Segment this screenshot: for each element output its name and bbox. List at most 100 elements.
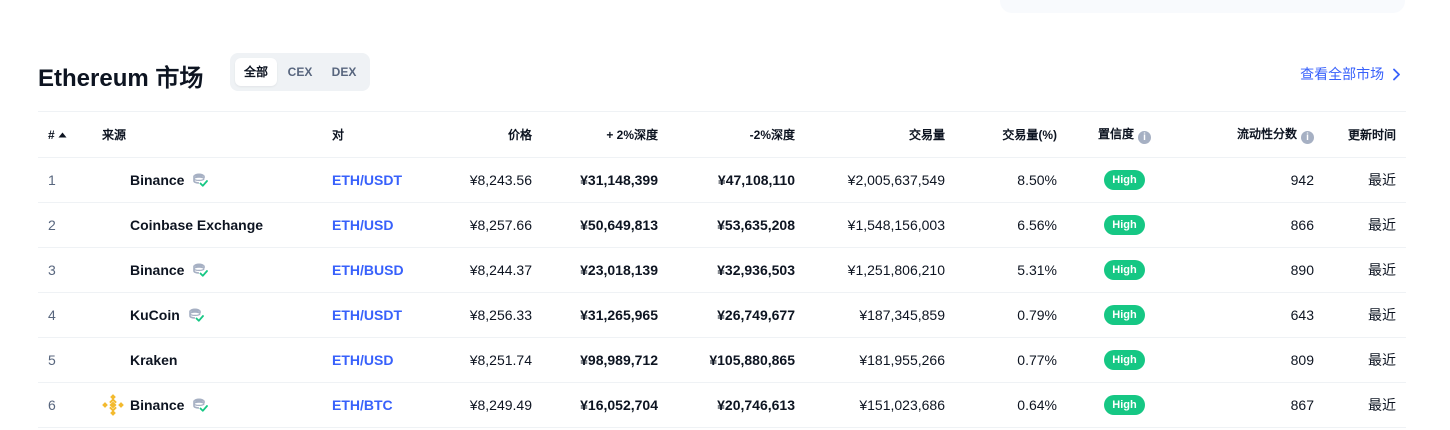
depth-plus-cell: ¥31,148,399 [542,157,668,203]
updated-cell: 最近 [1324,337,1406,383]
row-index: 5 [38,337,92,383]
liquidity-cell: 866 [1182,202,1324,248]
view-all-markets-link[interactable]: 查看全部市场 [1300,64,1401,84]
table-row[interactable]: 2 Coinbase Exchange ETH/USD ¥8,257.66 ¥50,64… [38,202,1406,248]
volume-pct-cell: 8.50% [955,157,1067,203]
source-cell[interactable]: Binance [92,157,322,203]
exchange-name[interactable]: Binance [130,397,184,413]
depth-minus-cell: ¥53,635,208 [668,202,805,248]
table-row[interactable]: 3 Binance ETH/BUSD ¥8,244.37 ¥23,018,139 ¥32,… [38,247,1406,293]
exchange-name[interactable]: Kraken [130,352,177,368]
confidence-badge: High [1104,170,1145,190]
info-icon[interactable]: i [1301,131,1314,144]
price-cell: ¥8,251.74 [422,337,542,383]
table-header-row: # 来源 对 价格 + 2%深度 -2%深度 交易量 交易量(%) 置信度 i 流… [38,111,1406,158]
trading-pair-link[interactable]: ETH/USDT [322,292,422,338]
depth-plus-cell: ¥23,018,139 [542,247,668,293]
trading-pair-link[interactable]: ETH/USDT [322,157,422,203]
row-index: 3 [38,247,92,293]
binance-logo-icon [102,394,124,416]
price-cell: ¥8,257.66 [422,202,542,248]
col-confidence[interactable]: 置信度 i [1067,111,1182,158]
source-cell[interactable]: KuCoin [92,292,322,338]
volume-cell: ¥187,345,859 [805,292,955,338]
col-depth-plus[interactable]: + 2%深度 [542,111,668,158]
depth-plus-cell: ¥50,649,813 [542,202,668,248]
depth-minus-cell: ¥32,936,503 [668,247,805,293]
trading-pair-link[interactable]: ETH/USD [322,202,422,248]
liquidity-cell: 643 [1182,292,1324,338]
exchange-name[interactable]: Binance [130,172,184,188]
confidence-badge: High [1104,395,1145,415]
confidence-cell: High [1067,202,1182,248]
trading-pair-link[interactable]: ETH/BTC [322,382,422,428]
source-cell[interactable]: Binance [92,247,322,293]
volume-cell: ¥2,005,637,549 [805,157,955,203]
source-cell[interactable]: Kraken [92,337,322,383]
depth-minus-cell: ¥26,749,677 [668,292,805,338]
price-cell: ¥8,244.37 [422,247,542,293]
exchange-logo-placeholder [102,304,124,326]
depth-minus-cell: ¥105,880,865 [668,337,805,383]
section-title: Ethereum 市场 [38,65,204,92]
row-index: 2 [38,202,92,248]
view-all-label: 查看全部市场 [1300,66,1385,82]
price-cell: ¥8,243.56 [422,157,542,203]
confidence-cell: High [1067,247,1182,293]
volume-pct-cell: 5.31% [955,247,1067,293]
confidence-badge: High [1104,350,1145,370]
col-volume-pct[interactable]: 交易量(%) [955,111,1067,158]
tab-all[interactable]: 全部 [235,58,277,86]
updated-cell: 最近 [1324,247,1406,293]
markets-header: Ethereum 市场 全部 CEX DEX 查看全部市场 [38,52,1405,92]
volume-cell: ¥1,548,156,003 [805,202,955,248]
updated-cell: 最近 [1324,292,1406,338]
confidence-cell: High [1067,337,1182,383]
source-cell[interactable]: Coinbase Exchange [92,202,322,248]
col-depth-minus[interactable]: -2%深度 [668,111,805,158]
confidence-badge: High [1104,305,1145,325]
depth-minus-cell: ¥20,746,613 [668,382,805,428]
volume-pct-cell: 6.56% [955,202,1067,248]
source-cell[interactable]: Binance [92,382,322,428]
col-updated[interactable]: 更新时间 [1324,111,1406,158]
table-row[interactable]: 1 Binance ETH/USDT ¥8,243.56 ¥31,148,399 ¥47,… [38,157,1406,203]
liquidity-cell: 809 [1182,337,1324,383]
info-icon[interactable]: i [1138,131,1151,144]
verified-exchange-icon [193,398,209,412]
chevron-right-icon [1393,68,1400,81]
tab-cex[interactable]: CEX [280,58,320,86]
volume-pct-cell: 0.79% [955,292,1067,338]
table-row[interactable]: 4 KuCoin ETH/USDT ¥8,256.33 ¥31,265,965 ¥26,7… [38,292,1406,338]
price-cell: ¥8,249.49 [422,382,542,428]
table-row[interactable]: 6 Binance ETH/BTC ¥8,249.49 ¥16,052,704 ¥20,7… [38,382,1406,428]
col-price[interactable]: 价格 [422,111,542,158]
exchange-name[interactable]: KuCoin [130,307,180,323]
verified-exchange-icon [193,173,209,187]
updated-cell: 最近 [1324,382,1406,428]
liquidity-cell: 890 [1182,247,1324,293]
trading-pair-link[interactable]: ETH/USD [322,337,422,383]
table-row[interactable]: 5 Kraken ETH/USD ¥8,251.74 ¥98,989,712 ¥105,8… [38,337,1406,383]
trading-pair-link[interactable]: ETH/BUSD [322,247,422,293]
col-liquidity[interactable]: 流动性分数 i [1182,111,1324,158]
row-index: 6 [38,382,92,428]
col-volume[interactable]: 交易量 [805,111,955,158]
confidence-badge: High [1104,215,1145,235]
volume-cell: ¥1,251,806,210 [805,247,955,293]
verified-exchange-icon [188,308,204,322]
sort-up-icon [58,132,67,137]
col-source[interactable]: 来源 [92,111,322,158]
volume-pct-cell: 0.64% [955,382,1067,428]
depth-minus-cell: ¥47,108,110 [668,157,805,203]
depth-plus-cell: ¥31,265,965 [542,292,668,338]
exchange-name[interactable]: Coinbase Exchange [130,217,263,233]
tab-dex[interactable]: DEX [323,58,365,86]
exchange-name[interactable]: Binance [130,262,184,278]
price-cell: ¥8,256.33 [422,292,542,338]
col-pair[interactable]: 对 [322,111,422,158]
confidence-badge: High [1104,260,1145,280]
depth-plus-cell: ¥98,989,712 [542,337,668,383]
volume-cell: ¥181,955,266 [805,337,955,383]
col-index[interactable]: # [38,111,92,158]
